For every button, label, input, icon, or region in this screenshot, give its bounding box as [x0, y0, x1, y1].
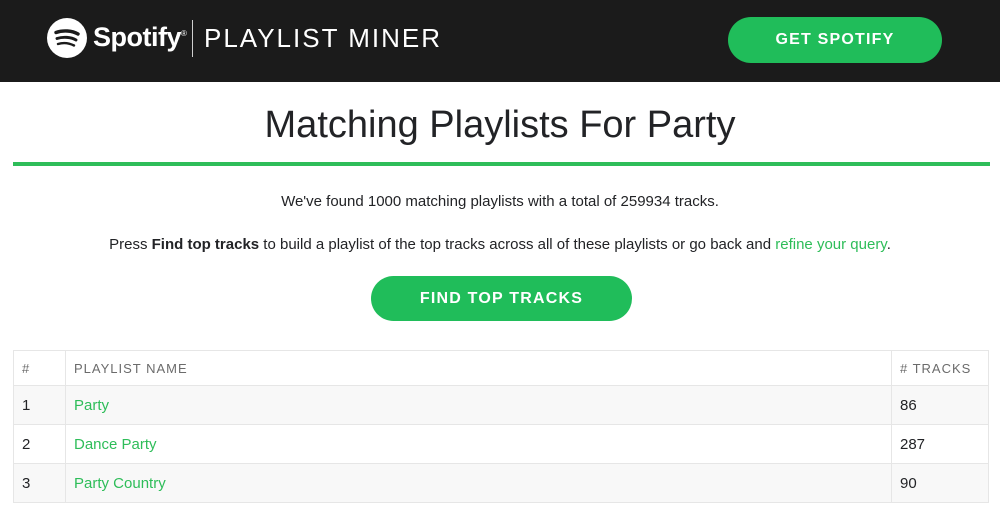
table-header-row: # PLAYLIST NAME # TRACKS — [13, 350, 989, 386]
refine-query-link[interactable]: refine your query — [775, 236, 886, 253]
playlist-name-cell: Party — [65, 385, 892, 425]
playlist-name-cell: Dance Party — [65, 424, 892, 464]
playlist-link[interactable]: Party Country — [74, 475, 166, 492]
instructions-bold: Find top tracks — [151, 236, 260, 253]
row-number: 2 — [13, 424, 66, 464]
track-count: 86 — [891, 385, 989, 425]
row-number: 1 — [13, 385, 66, 425]
logo-divider — [192, 20, 193, 57]
column-header-tracks[interactable]: # TRACKS — [891, 350, 989, 386]
summary-suffix: tracks. — [670, 193, 719, 210]
playlist-link[interactable]: Party — [74, 397, 109, 414]
spotify-wordmark[interactable]: Spotify® — [93, 22, 187, 53]
instructions-middle: to build a playlist of the top tracks ac… — [259, 236, 776, 253]
table-row[interactable]: 2 Dance Party 287 — [13, 424, 989, 464]
column-header-number[interactable]: # — [13, 350, 66, 386]
playlist-name-cell: Party Country — [65, 463, 892, 503]
table-row[interactable]: 3 Party Country 90 — [13, 463, 989, 503]
instructions-suffix: . — [886, 236, 891, 253]
title-divider — [13, 162, 990, 166]
results-summary: We've found 1000 matching playlists with… — [0, 193, 1000, 210]
summary-middle: matching playlists with a total of — [401, 193, 621, 210]
track-count: 287 — [891, 424, 989, 464]
top-bar: Spotify® PLAYLIST MINER GET SPOTIFY — [0, 0, 1000, 82]
track-count: 90 — [891, 463, 989, 503]
registered-mark: ® — [181, 29, 187, 38]
table-row[interactable]: 1 Party 86 — [13, 385, 989, 425]
row-number: 3 — [13, 463, 66, 503]
instructions: Press Find top tracks to build a playlis… — [0, 236, 1000, 253]
playlist-link[interactable]: Dance Party — [74, 436, 157, 453]
find-top-tracks-button[interactable]: FIND TOP TRACKS — [371, 276, 632, 321]
get-spotify-button[interactable]: GET SPOTIFY — [728, 17, 942, 63]
logo-text: Spotify — [93, 22, 182, 52]
playlists-table: # PLAYLIST NAME # TRACKS 1 Party 86 2 Da… — [13, 350, 989, 503]
playlist-count: 1000 — [367, 193, 402, 210]
summary-prefix: We've found — [281, 193, 368, 210]
app-name: PLAYLIST MINER — [204, 23, 442, 53]
page-title: Matching Playlists For Party — [264, 104, 736, 146]
spotify-logo-icon[interactable] — [47, 18, 87, 58]
column-header-playlist-name[interactable]: PLAYLIST NAME — [65, 350, 892, 386]
track-total: 259934 — [620, 193, 671, 210]
instructions-prefix: Press — [109, 236, 152, 253]
